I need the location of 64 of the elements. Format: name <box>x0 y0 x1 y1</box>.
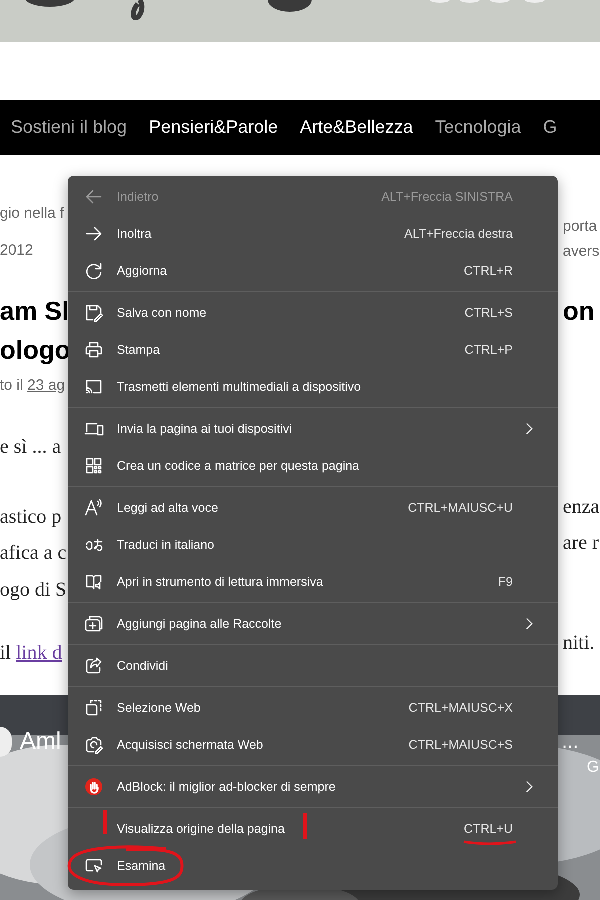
share-icon <box>84 656 104 676</box>
shortcut-label: CTRL+S <box>464 306 513 320</box>
pen-mark <box>102 809 108 835</box>
grid-icon <box>84 456 104 476</box>
nav-link[interactable]: Arte&Bellezza <box>300 117 414 138</box>
article-text: to il <box>0 377 24 394</box>
nav-link[interactable]: Tecnologia <box>435 117 522 138</box>
article-text: afica a c <box>0 542 67 564</box>
menu-item[interactable]: Esamina <box>68 847 558 884</box>
shortcut-label: F9 <box>498 574 513 588</box>
menu-item[interactable]: Invia la pagina ai tuoi dispositivi <box>68 410 558 447</box>
save-icon <box>84 302 104 322</box>
camera-icon <box>84 734 104 754</box>
refresh-icon <box>84 260 104 280</box>
menu-item[interactable]: Condividi <box>68 647 558 684</box>
menu-item[interactable]: Aggiungi pagina alle Raccolte <box>68 605 558 642</box>
menu-item[interactable]: Leggi ad alta voce CTRL+MAIUSC+U <box>68 489 558 526</box>
menu-item[interactable]: Salva con nome CTRL+S <box>68 294 558 331</box>
article-link[interactable]: 23 ag <box>28 377 66 394</box>
menu-item[interactable]: Inoltra ALT+Freccia destra <box>68 215 558 252</box>
shortcut-label: CTRL+U <box>464 822 513 836</box>
read-aloud-icon <box>84 498 104 518</box>
article-text: porta <box>563 218 598 235</box>
article-text: ogo di S <box>0 579 67 601</box>
menu-item[interactable]: Apri in strumento di lettura immersiva F9 <box>68 563 558 600</box>
article-text: astico p <box>0 506 62 528</box>
nav-link[interactable]: Pensieri&Parole <box>149 117 278 138</box>
shortcut-label: CTRL+P <box>464 342 513 356</box>
shortcut-label: ALT+Freccia destra <box>404 226 513 240</box>
shortcut-label: CTRL+MAIUSC+X <box>408 700 513 714</box>
article-link[interactable]: link d <box>16 642 62 664</box>
nav-link[interactable]: G <box>543 117 558 138</box>
printer-icon <box>84 340 104 360</box>
shortcut-label: ALT+Freccia SINISTRA <box>382 190 513 204</box>
article-text: e sì ... a <box>0 436 62 458</box>
article-text: avers <box>563 243 600 260</box>
pen-underline <box>462 839 518 847</box>
menu-item[interactable]: Visualizza origine della pagina CTRL+U <box>68 810 558 847</box>
menu-item[interactable]: AdBlock: il miglior ad-blocker di sempre <box>68 768 558 805</box>
video-side-label: G <box>587 759 600 777</box>
shortcut-label: CTRL+MAIUSC+S <box>408 738 513 752</box>
menu-item[interactable]: Selezione Web CTRL+MAIUSC+X <box>68 689 558 726</box>
hand-stop-icon <box>84 776 104 796</box>
nav-link[interactable]: Sostieni il blog <box>11 117 128 138</box>
menu-item[interactable]: Trasmetti elementi multimediali a dispositivo <box>68 368 558 405</box>
menu-item[interactable]: Acquisisci schermata Web CTRL+MAIUSC+S <box>68 726 558 763</box>
shortcut-label: CTRL+R <box>464 264 513 278</box>
pen-mark <box>302 812 308 840</box>
article-text: gio nella f <box>0 205 64 222</box>
article-heading: ologo <box>0 335 71 365</box>
article-heading: on <box>563 296 595 326</box>
shortcut-label: CTRL+MAIUSC+U <box>408 500 513 514</box>
video-title-end: ... <box>562 730 579 754</box>
article-heading: am Sl <box>0 296 70 326</box>
collection-add-icon <box>84 614 104 634</box>
menu-item[interactable]: Aggiorna CTRL+R <box>68 252 558 289</box>
article-text: 2012 <box>0 242 34 259</box>
article-text: il <box>0 642 12 664</box>
menu-item[interactable]: Crea un codice a matrice per questa pagina <box>68 447 558 484</box>
article-text: are r <box>563 532 600 554</box>
article-text: enza <box>563 496 600 518</box>
menu-item[interactable]: Stampa CTRL+P <box>68 331 558 368</box>
article-text: niti. <box>563 632 595 654</box>
menu-item[interactable]: Traduci in italiano <box>68 526 558 563</box>
